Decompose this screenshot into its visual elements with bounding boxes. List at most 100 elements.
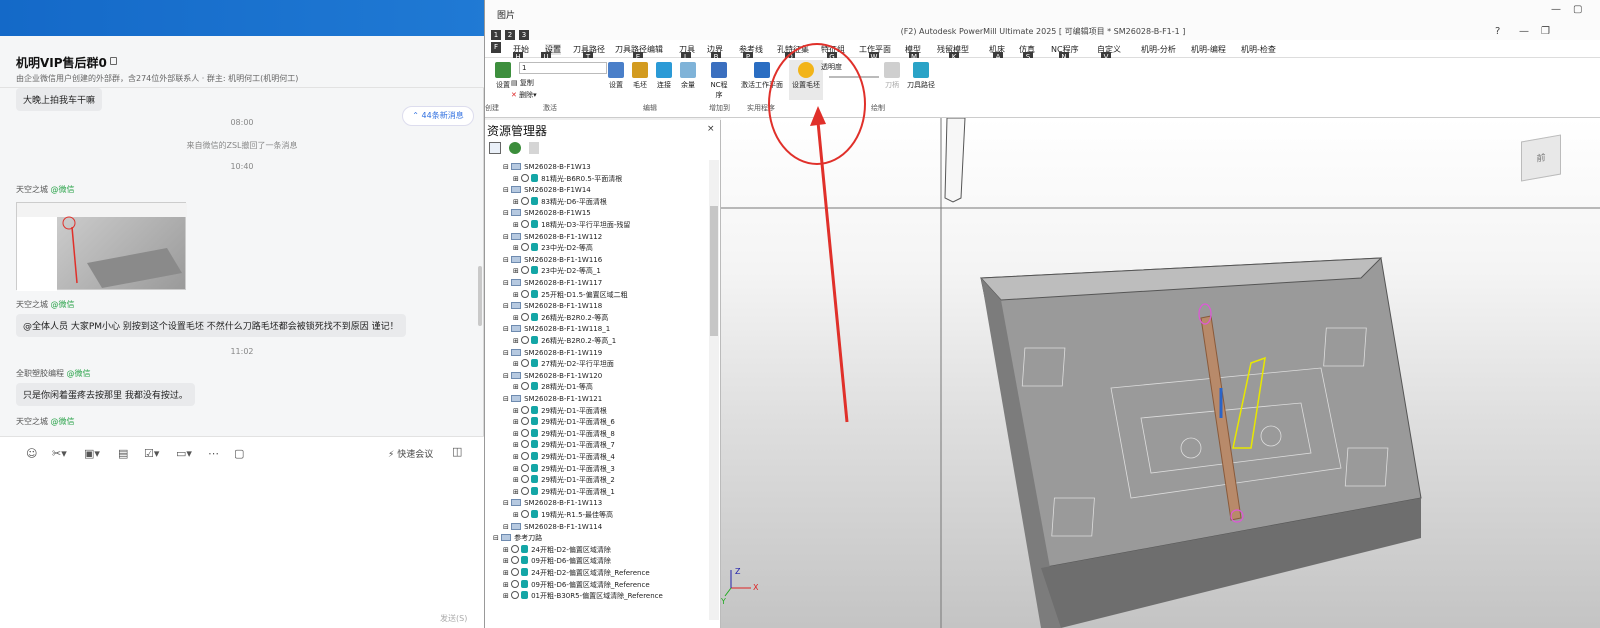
tree-toolpath[interactable]: ⊞ 01开粗-B30R5-偏置区域清除_Reference [503, 591, 663, 602]
tree-folder[interactable]: ⊟ SM26028-B-F1-1W112 [503, 232, 602, 243]
tree-toolpath[interactable]: ⊞ 29精光-D1-平面清根_3 [513, 463, 615, 475]
tree-toolpath[interactable]: ⊞ 29精光-D1-平面清根_6 [513, 417, 615, 428]
expand-toggle-icon[interactable]: ⊞ [513, 511, 521, 519]
tree-folder[interactable]: ⊟ SM26028-B-F1W14 [503, 185, 591, 196]
sender-name[interactable]: 天空之城 @微信 [16, 184, 75, 195]
create-setup-button[interactable]: 设置 [493, 62, 513, 90]
tree-toolpath[interactable]: ⊞ 24开粗-D2-偏置区域清除 [503, 544, 611, 556]
emoji-icon[interactable]: ☺ [26, 447, 37, 460]
tree-folder[interactable]: ⊟ SM26028-B-F1-1W116 [503, 255, 602, 266]
tree-folder[interactable]: ⊟ SM26028-B-F1-1W117 [503, 278, 602, 289]
expand-toggle-icon[interactable]: ⊞ [503, 581, 511, 589]
tree-toolpath[interactable]: ⊞ 26精光-B2R0.2-等高_1 [513, 336, 616, 347]
transparency-slider[interactable] [829, 76, 879, 78]
explorer-close-button[interactable]: × [707, 124, 715, 134]
expand-toggle-icon[interactable]: ⊞ [513, 291, 521, 299]
tree-folder[interactable]: ⊟ SM26028-B-F1-1W121 [503, 394, 602, 405]
maximize-icon[interactable]: ▢ [1573, 4, 1582, 15]
tree-toolpath[interactable]: ⊞ 18精光-D3-平行平坦面-残留 [513, 220, 630, 231]
set-stock-button[interactable]: 设置毛坯 [789, 60, 823, 100]
expand-toggle-icon[interactable]: ⊞ [513, 221, 521, 229]
tree-folder[interactable]: ⊟ SM26028-B-F1W13 [503, 162, 591, 173]
expand-toggle-icon[interactable]: ⊞ [503, 557, 511, 565]
tree-toolpath[interactable]: ⊞ 28精光-D1-等高 [513, 382, 593, 393]
window-restore-icon[interactable]: ❐ [1541, 26, 1550, 37]
tree-folder[interactable]: ⊟ SM26028-B-F1-1W120 [503, 371, 602, 382]
tree-toolpath[interactable]: ⊞ 23中光-D2-等高 [513, 243, 593, 254]
sender-name[interactable]: 天空之城 @微信 [16, 299, 75, 310]
tree-toolpath[interactable]: ⊞ 09开粗-D6-偏置区域清除 [503, 556, 611, 567]
expand-toggle-icon[interactable]: ⊟ [503, 349, 511, 357]
expand-toggle-icon[interactable]: ⊞ [513, 418, 521, 426]
expand-toggle-icon[interactable]: ⊞ [513, 453, 521, 461]
holder-button[interactable]: 刀柄 [883, 62, 901, 90]
quick-meeting-button[interactable]: ⚡ 快速会议 [388, 447, 433, 460]
expand-toggle-icon[interactable]: ⊞ [513, 267, 521, 275]
expand-toggle-icon[interactable]: ⊞ [513, 430, 521, 438]
expand-toggle-icon[interactable]: ⊞ [503, 592, 511, 600]
folder-icon[interactable]: ▭▾ [176, 447, 192, 460]
tree-folder[interactable]: ⊟ SM26028-B-F1-1W113 [503, 498, 602, 509]
expand-toggle-icon[interactable]: ⊟ [503, 279, 511, 287]
expand-toggle-icon[interactable]: ⊞ [503, 569, 511, 577]
tree-toolpath[interactable]: ⊞ 83精光-D6-平面清根 [513, 196, 607, 208]
compose-area[interactable]: ☺ ✂▾ ▣▾ ▤ ☑▾ ▭▾ ⋯ ▢ ⚡ 快速会议 ◫ 发送(S) [0, 436, 484, 628]
expand-toggle-icon[interactable]: ⊞ [513, 383, 521, 391]
tree-toolpath[interactable]: ⊞ 29精光-D1-平面清根_8 [513, 428, 615, 440]
task-icon[interactable]: ☑▾ [144, 447, 159, 460]
expand-toggle-icon[interactable]: ⊞ [513, 175, 521, 183]
activate-workplane-button[interactable]: 激活工作平面 [739, 62, 785, 90]
expand-toggle-icon[interactable]: ⊞ [513, 198, 521, 206]
sender-name[interactable]: 全职塑胶编程 @微信 [16, 368, 91, 379]
delete-button[interactable]: ✕ 删除▾ [511, 90, 537, 100]
expand-toggle-icon[interactable]: ⊞ [513, 407, 521, 415]
expand-toggle-icon[interactable]: ⊟ [503, 499, 511, 507]
expand-toggle-icon[interactable]: ⊞ [513, 465, 521, 473]
sender-name[interactable]: 天空之城 @微信 [16, 416, 75, 427]
tree-toolpath[interactable]: ⊞ 24开粗-D2-偏置区域清除_Reference [503, 568, 650, 579]
globe-icon[interactable] [509, 142, 521, 154]
tree-folder[interactable]: ⊟ 参考刀路 [493, 533, 542, 544]
tree-toolpath[interactable]: ⊞ 81精光-B6R0.5-平面清根 [513, 173, 622, 185]
window-minimize-icon[interactable]: — [1519, 26, 1529, 37]
3d-viewport[interactable]: X Z Y 前 [721, 118, 1600, 628]
menu-jiming-analysis[interactable]: 机明-分析 [1141, 44, 1176, 55]
tree-toolpath[interactable]: ⊞ 25开粗-D1.5-偏置区域二粗 [513, 289, 628, 301]
expand-toggle-icon[interactable]: ⊞ [513, 314, 521, 322]
chat-scrollbar[interactable] [478, 266, 482, 326]
tree-folder[interactable]: ⊟ SM26028-B-F1-1W119 [503, 348, 602, 359]
expand-toggle-icon[interactable]: ⊞ [513, 244, 521, 252]
tree-toolpath[interactable]: ⊞ 19精光-R1.5-最佳等高 [513, 510, 613, 521]
expand-toggle-icon[interactable]: ⊞ [513, 360, 521, 368]
nc-program-button[interactable]: NC程序 [707, 62, 731, 100]
menu-jiming-programming[interactable]: 机明-编程 [1191, 44, 1226, 55]
expand-toggle-icon[interactable]: ⊞ [503, 546, 511, 554]
tree-toolpath[interactable]: ⊞ 29精光-D1-平面清根_7 [513, 440, 615, 451]
link-button[interactable]: 连接 [653, 62, 675, 90]
expand-toggle-icon[interactable]: ⊟ [503, 395, 511, 403]
expand-toggle-icon[interactable]: ⊟ [503, 209, 511, 217]
split-view-icon[interactable]: ◫ [452, 445, 462, 458]
image-icon[interactable]: ▣▾ [84, 447, 100, 460]
trash-icon[interactable] [529, 142, 539, 154]
tree-toolpath[interactable]: ⊞ 23中光-D2-等高_1 [513, 266, 601, 277]
expand-toggle-icon[interactable]: ⊟ [503, 256, 511, 264]
explorer-tree-icon[interactable] [489, 142, 501, 154]
screen-share-icon[interactable]: ▢ [234, 447, 244, 460]
help-icon[interactable]: ? [1495, 26, 1500, 37]
draw-toolpath-button[interactable]: 刀具路径 [905, 62, 937, 90]
tree-folder[interactable]: ⊟ SM26028-B-F1W15 [503, 208, 591, 219]
image-thumbnail[interactable] [16, 202, 187, 291]
expand-toggle-icon[interactable]: ⊟ [503, 325, 511, 333]
tree-toolpath[interactable]: ⊞ 09开粗-D6-偏置区域清除_Reference [503, 579, 650, 591]
expand-toggle-icon[interactable]: ⊟ [503, 163, 511, 171]
tree-toolpath[interactable]: ⊞ 27精光-D2-平行平坦面 [513, 359, 614, 370]
tree-folder[interactable]: ⊟ SM26028-B-F1-1W118 [503, 301, 602, 312]
scissors-icon[interactable]: ✂▾ [52, 447, 67, 460]
expand-toggle-icon[interactable]: ⊞ [513, 488, 521, 496]
expand-toggle-icon[interactable]: ⊟ [503, 186, 511, 194]
tree-toolpath[interactable]: ⊞ 29精光-D1-平面清根 [513, 405, 607, 417]
tree-folder[interactable]: ⊟ SM26028-B-F1-1W118_1 [503, 324, 610, 335]
expand-toggle-icon[interactable]: ⊟ [503, 302, 511, 310]
expand-toggle-icon[interactable]: ⊟ [503, 233, 511, 241]
